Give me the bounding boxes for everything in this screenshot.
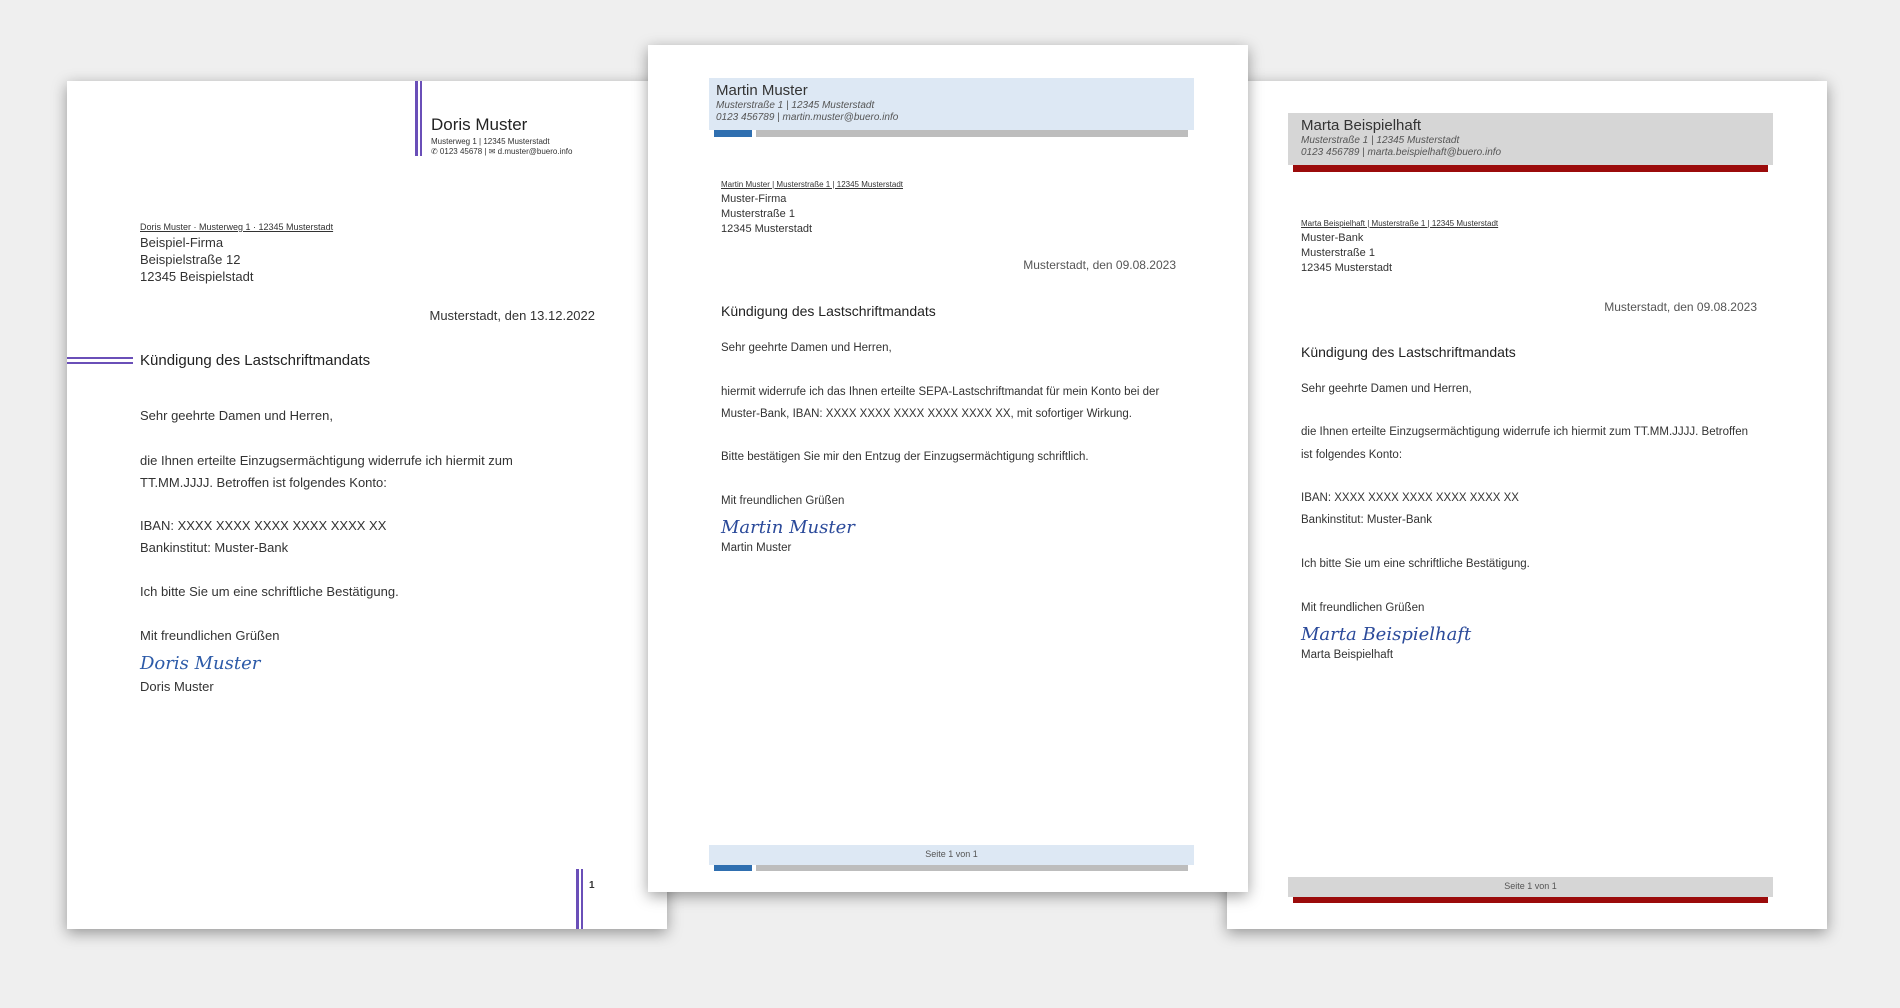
sender-contact: ✆ 0123 45678 | ✉ d.muster@buero.info [431,147,573,156]
confirmation-line: Bitte bestätigen Sie mir den Entzug der … [721,451,1089,463]
bank-line: Bankinstitut: Muster-Bank [140,540,289,555]
handwritten-signature: Martin Muster [721,517,855,538]
handwritten-signature: Doris Muster [140,653,261,674]
footer-page-info: Seite 1 von 1 [1504,881,1557,891]
letter-date: Musterstadt, den 09.08.2023 [1604,300,1757,314]
sender-address: Musterweg 1 | 12345 Musterstadt [431,137,550,146]
iban-line: IBAN: XXXX XXXX XXXX XXXX XXXX XX [140,518,387,533]
confirmation-line: Ich bitte Sie um eine schriftliche Bestä… [1301,558,1530,570]
footer-accent-bar [576,869,579,929]
confirmation-line: Ich bitte Sie um eine schriftliche Bestä… [140,584,399,599]
recipient-line: 12345 Musterstadt [1301,262,1393,274]
return-address-line: Martin Muster | Musterstraße 1 | 12345 M… [721,180,903,189]
footer-accent-bar [1293,897,1768,903]
bank-line: Bankinstitut: Muster-Bank [1301,514,1433,526]
letterhead-accent-block [714,130,752,137]
recipient-line: Musterstraße 1 [1301,247,1375,259]
closing: Mit freundlichen Grüßen [721,495,845,507]
footer-accent-bar-inner [581,869,583,929]
letter-subject: Kündigung des Lastschriftmandats [721,303,936,319]
salutation: Sehr geehrte Damen und Herren, [140,408,333,423]
sender-address: Musterstraße 1 | 12345 Musterstadt [716,100,875,111]
printed-name: Doris Muster [140,679,214,694]
recipient-line: Beispiel-Firma [140,235,224,250]
printed-name: Martin Muster [721,542,792,554]
letter-page-marta-beispielhaft: Marta Beispielhaft Musterstraße 1 | 1234… [1227,81,1827,929]
body-line: ist folgendes Konto: [1301,449,1403,461]
body-line: die Ihnen erteilte Einzugsermächtigung w… [1301,426,1748,438]
subject-marker-line [67,362,133,364]
body-line: die Ihnen erteilte Einzugsermächtigung w… [140,453,513,468]
return-address-line: Doris Muster · Musterweg 1 · 12345 Muste… [140,222,334,232]
letter-date: Musterstadt, den 13.12.2022 [429,308,595,323]
footer-accent-block [714,865,752,871]
sender-name: Doris Muster [431,115,528,134]
subject-marker-line [67,357,133,359]
letter-subject: Kündigung des Lastschriftmandats [1301,344,1516,360]
body-line: Muster-Bank, IBAN: XXXX XXXX XXXX XXXX X… [721,408,1132,420]
letter-page-martin-muster: Martin Muster Musterstraße 1 | 12345 Mus… [648,45,1248,892]
iban-line: IBAN: XXXX XXXX XXXX XXXX XXXX XX [1301,492,1519,504]
recipient-line: Musterstraße 1 [721,208,795,220]
sender-contact: 0123 456789 | martin.muster@buero.info [716,112,899,123]
sender-address: Musterstraße 1 | 12345 Musterstadt [1301,135,1460,146]
letter-page-doris-muster: Doris Muster Musterweg 1 | 12345 Musters… [67,81,667,929]
letterhead-accent-bar [1293,165,1768,172]
letter-subject: Kündigung des Lastschriftmandats [140,352,371,369]
recipient-line: Muster-Firma [721,193,787,205]
body-line: hiermit widerrufe ich das Ihnen erteilte… [721,386,1160,398]
printed-name: Marta Beispielhaft [1301,649,1394,661]
recipient-line: Muster-Bank [1301,232,1364,244]
recipient-line: 12345 Beispielstadt [140,269,254,284]
handwritten-signature: Marta Beispielhaft [1301,624,1472,645]
footer-grey-bar [756,865,1188,871]
header-accent-bar [415,81,418,156]
letterhead-grey-bar [756,130,1188,137]
page-number: 1 [589,880,595,891]
body-line: TT.MM.JJJJ. Betroffen ist folgendes Kont… [140,475,387,490]
sender-contact: 0123 456789 | marta.beispielhaft@buero.i… [1301,147,1502,158]
letter-date: Musterstadt, den 09.08.2023 [1023,258,1176,272]
recipient-line: 12345 Musterstadt [721,223,813,235]
header-accent-bar-inner [420,81,422,156]
closing: Mit freundlichen Grüßen [140,628,280,643]
salutation: Sehr geehrte Damen und Herren, [721,342,892,354]
footer-page-info: Seite 1 von 1 [925,849,978,859]
sender-name: Marta Beispielhaft [1301,117,1422,134]
salutation: Sehr geehrte Damen und Herren, [1301,383,1472,395]
return-address-line: Marta Beispielhaft | Musterstraße 1 | 12… [1301,219,1499,228]
sender-name: Martin Muster [716,82,808,99]
recipient-line: Beispielstraße 12 [140,252,241,267]
closing: Mit freundlichen Grüßen [1301,602,1425,614]
